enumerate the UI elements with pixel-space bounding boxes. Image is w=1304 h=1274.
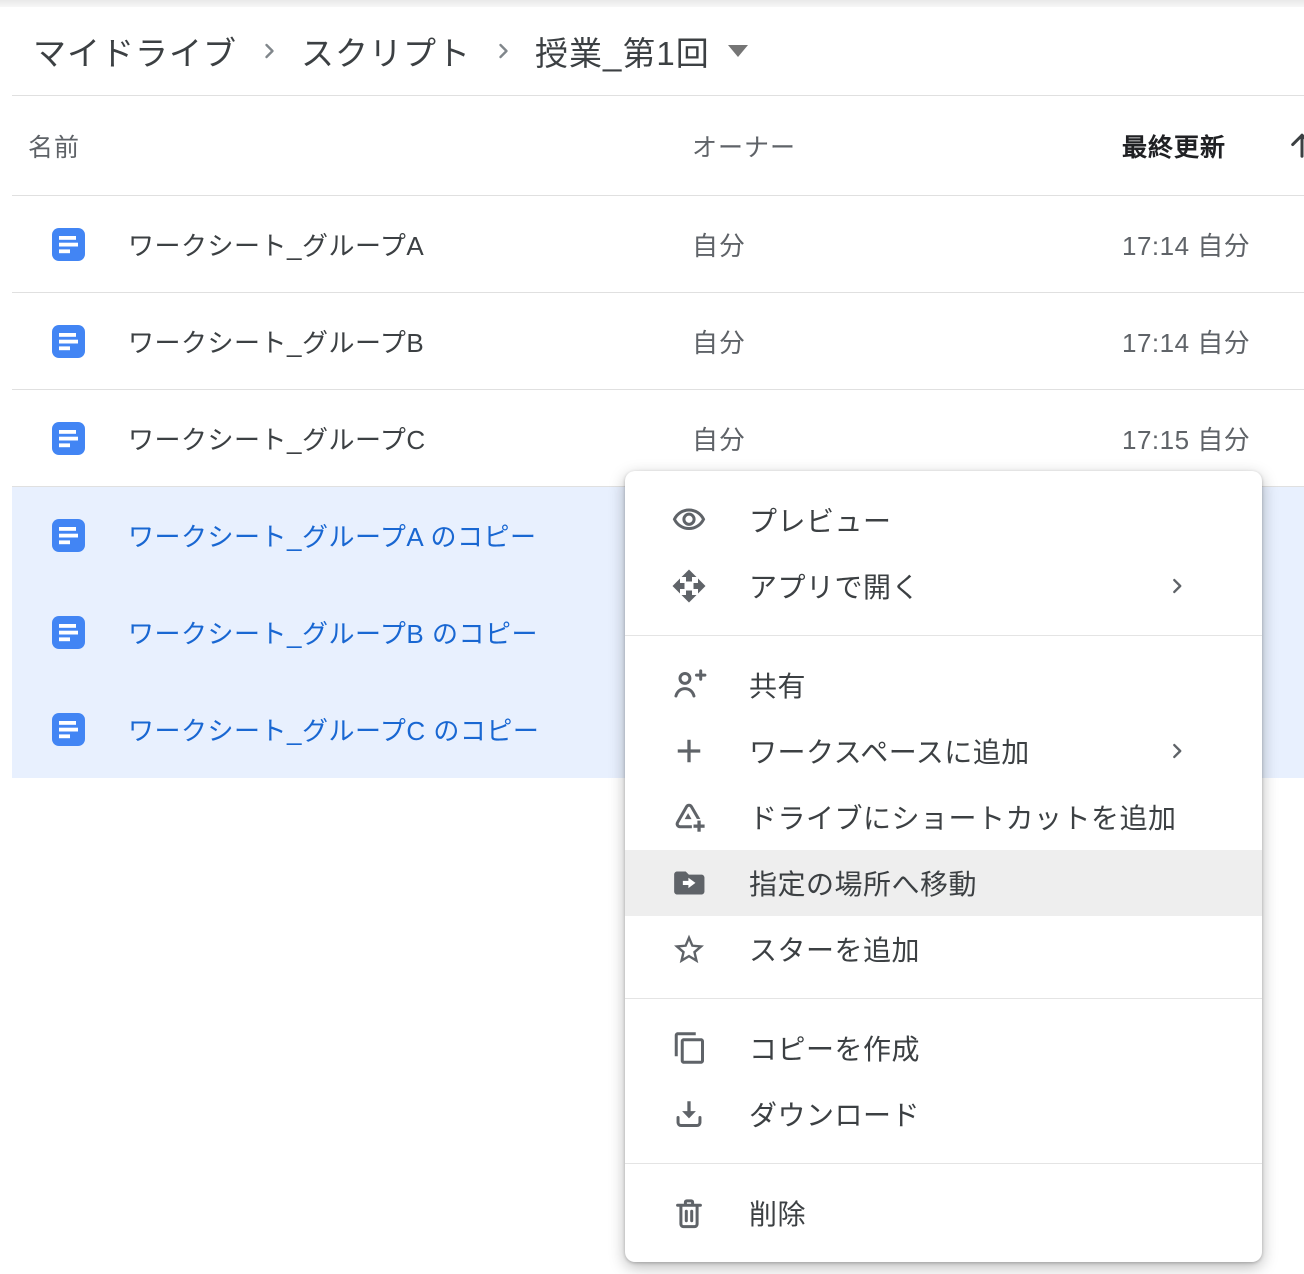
menu-item-preview[interactable]: プレビュー <box>625 487 1262 553</box>
folder-dropdown-caret-icon[interactable] <box>728 45 748 57</box>
download-icon <box>671 1096 707 1132</box>
file-modified: 17:15 自分 <box>1122 420 1250 457</box>
google-docs-icon <box>52 713 85 746</box>
menu-divider <box>625 635 1262 636</box>
file-name: ワークシート_グループA <box>128 226 424 263</box>
google-docs-icon <box>52 616 85 649</box>
menu-item-add-shortcut-to-drive[interactable]: ドライブにショートカットを追加 <box>625 784 1262 850</box>
file-row[interactable]: ワークシート_グループB 自分 17:14 自分 <box>12 293 1304 390</box>
breadcrumb-item-current-folder[interactable]: 授業_第1回 <box>535 27 710 75</box>
file-modified: 17:14 自分 <box>1122 226 1250 263</box>
menu-item-label: ワークスペースに追加 <box>749 731 1030 771</box>
person-add-icon <box>671 667 707 703</box>
submenu-chevron-icon <box>1164 573 1190 599</box>
eye-icon <box>671 502 707 538</box>
google-docs-icon <box>52 519 85 552</box>
menu-item-open-with[interactable]: アプリで開く <box>625 553 1262 619</box>
chevron-right-icon <box>257 39 281 63</box>
drive-file-list-page: マイドライブ スクリプト 授業_第1回 名前 オーナー 最終更新 ワークシート_… <box>0 0 1304 1274</box>
file-owner: 自分 <box>692 420 746 457</box>
copy-icon <box>671 1030 707 1066</box>
table-header: 名前 オーナー 最終更新 <box>12 96 1304 196</box>
google-docs-icon <box>52 422 85 455</box>
open-with-icon <box>671 568 707 604</box>
file-name: ワークシート_グループB <box>128 323 424 360</box>
menu-item-label: 削除 <box>749 1193 806 1233</box>
column-header-owner[interactable]: オーナー <box>692 96 796 195</box>
folder-move-icon <box>671 865 707 901</box>
menu-item-label: ドライブにショートカットを追加 <box>749 797 1177 837</box>
menu-item-move-to[interactable]: 指定の場所へ移動 <box>625 850 1262 916</box>
menu-item-download[interactable]: ダウンロード <box>625 1081 1262 1147</box>
sort-ascending-icon[interactable] <box>1284 127 1304 163</box>
google-docs-icon <box>52 325 85 358</box>
file-owner: 自分 <box>692 323 746 360</box>
menu-item-share[interactable]: 共有 <box>625 652 1262 718</box>
menu-divider <box>625 998 1262 999</box>
context-menu: プレビュー アプリで開く 共有 ワークスペースに追加 <box>625 471 1262 1262</box>
breadcrumb-item-scripts[interactable]: スクリプト <box>301 27 471 75</box>
breadcrumb: マイドライブ スクリプト 授業_第1回 <box>33 7 748 95</box>
file-modified: 17:14 自分 <box>1122 323 1250 360</box>
chevron-right-icon <box>491 39 515 63</box>
plus-icon <box>671 733 707 769</box>
drive-shortcut-icon <box>671 799 707 835</box>
top-edge-divider <box>0 0 1304 7</box>
menu-item-delete[interactable]: 削除 <box>625 1180 1262 1246</box>
file-row[interactable]: ワークシート_グループA 自分 17:14 自分 <box>12 196 1304 293</box>
star-icon <box>671 931 707 967</box>
menu-item-add-star[interactable]: スターを追加 <box>625 916 1262 982</box>
column-header-modified[interactable]: 最終更新 <box>1122 96 1226 195</box>
google-docs-icon <box>52 228 85 261</box>
menu-item-add-to-workspace[interactable]: ワークスペースに追加 <box>625 718 1262 784</box>
menu-item-label: 共有 <box>749 665 806 705</box>
submenu-chevron-icon <box>1164 738 1190 764</box>
file-name: ワークシート_グループA のコピー <box>128 517 537 554</box>
menu-item-label: アプリで開く <box>749 566 920 606</box>
menu-item-label: プレビュー <box>749 500 892 540</box>
file-name: ワークシート_グループC のコピー <box>128 711 539 748</box>
menu-item-make-copy[interactable]: コピーを作成 <box>625 1015 1262 1081</box>
menu-item-label: コピーを作成 <box>749 1028 920 1068</box>
menu-item-label: スターを追加 <box>749 929 920 969</box>
menu-divider <box>625 1163 1262 1164</box>
file-name: ワークシート_グループB のコピー <box>128 614 538 651</box>
file-name: ワークシート_グループC <box>128 420 426 457</box>
menu-item-label: 指定の場所へ移動 <box>749 863 977 903</box>
breadcrumb-item-my-drive[interactable]: マイドライブ <box>33 27 237 75</box>
trash-icon <box>671 1195 707 1231</box>
file-owner: 自分 <box>692 226 746 263</box>
column-header-name[interactable]: 名前 <box>28 96 80 195</box>
menu-item-label: ダウンロード <box>749 1094 920 1134</box>
